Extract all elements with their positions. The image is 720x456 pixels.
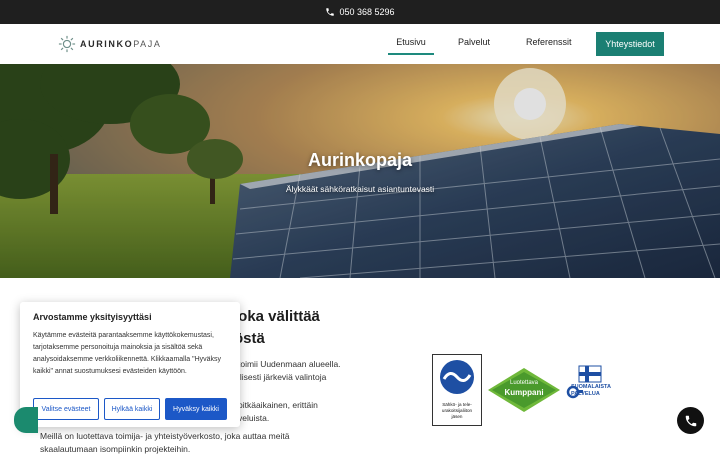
hero-title: Aurinkopaja	[307, 150, 413, 170]
cookie-title: Arvostamme yksityisyyttäsi	[33, 312, 152, 322]
contact-cta-button[interactable]: Yhteystiedot	[596, 32, 664, 56]
finnish-text-2: PALVELUA	[571, 391, 600, 397]
intro-paragraph-1: toimii Uudenmaan alueella. llisesti järk…	[238, 359, 341, 382]
stul-text-3: jäsen	[451, 414, 463, 419]
nav-referenssit[interactable]: Referenssit	[526, 37, 572, 47]
nav-palvelut[interactable]: Palvelut	[458, 37, 490, 47]
stul-wave-icon	[440, 360, 474, 394]
accept-all-button[interactable]: Hyväksy kaikki	[165, 398, 227, 420]
intro-paragraph-3: Meillä on luotettava toimija- ja yhteist…	[40, 431, 290, 454]
partner-text-2: Kumppani	[504, 388, 544, 397]
top-contact-bar: 050 368 5296	[0, 0, 720, 24]
phone-number-link[interactable]: 050 368 5296	[339, 7, 394, 17]
partner-text-1: Luotettava	[509, 380, 539, 386]
stul-member-badge: Sähkö- ja tele- urakoitsijaliiton jäsen	[432, 354, 482, 426]
phone-icon	[326, 8, 335, 16]
cookie-settings-tab[interactable]	[14, 407, 38, 433]
cookie-consent-dialog: Arvostamme yksityisyyttäsi Käytämme eväs…	[20, 302, 240, 427]
site-header: AURINKOPAJA Etusivu Palvelut Referenssit…	[0, 24, 720, 64]
logo-wordmark: AURINKOPAJA	[80, 39, 162, 49]
suomalaista-palvelua-badge: SUOMALAISTA PALVELUA	[565, 364, 625, 416]
hero-solar-panel-image	[0, 64, 720, 278]
trusted-partner-badge: Luotettava Kumppani	[486, 366, 562, 414]
cookie-button-row: Valitse evästeet Hylkää kaikki Hyväksy k…	[33, 398, 227, 420]
customize-cookies-button[interactable]: Valitse evästeet	[33, 398, 99, 420]
intro-paragraph-2: pitkäaikainen, erittäin veluista.	[238, 400, 318, 423]
call-floating-button[interactable]	[677, 407, 704, 434]
cookie-description: Käytämme evästeitä parantaaksemme käyttö…	[33, 332, 222, 375]
finnish-text-1: SUOMALAISTA	[571, 384, 611, 390]
hero-subtitle: Älykkäät sähköratkaisut asiantuntevasti	[285, 184, 435, 194]
sun-logo-icon	[58, 35, 76, 53]
site-logo[interactable]: AURINKOPAJA	[58, 34, 161, 54]
nav-etusivu[interactable]: Etusivu	[388, 37, 434, 55]
hero-banner: Aurinkopaja Älykkäät sähköratkaisut asia…	[0, 64, 720, 278]
intro-headline: joka välittää östä	[234, 308, 320, 347]
reject-all-button[interactable]: Hylkää kaikki	[104, 398, 160, 420]
phone-icon	[685, 415, 696, 426]
